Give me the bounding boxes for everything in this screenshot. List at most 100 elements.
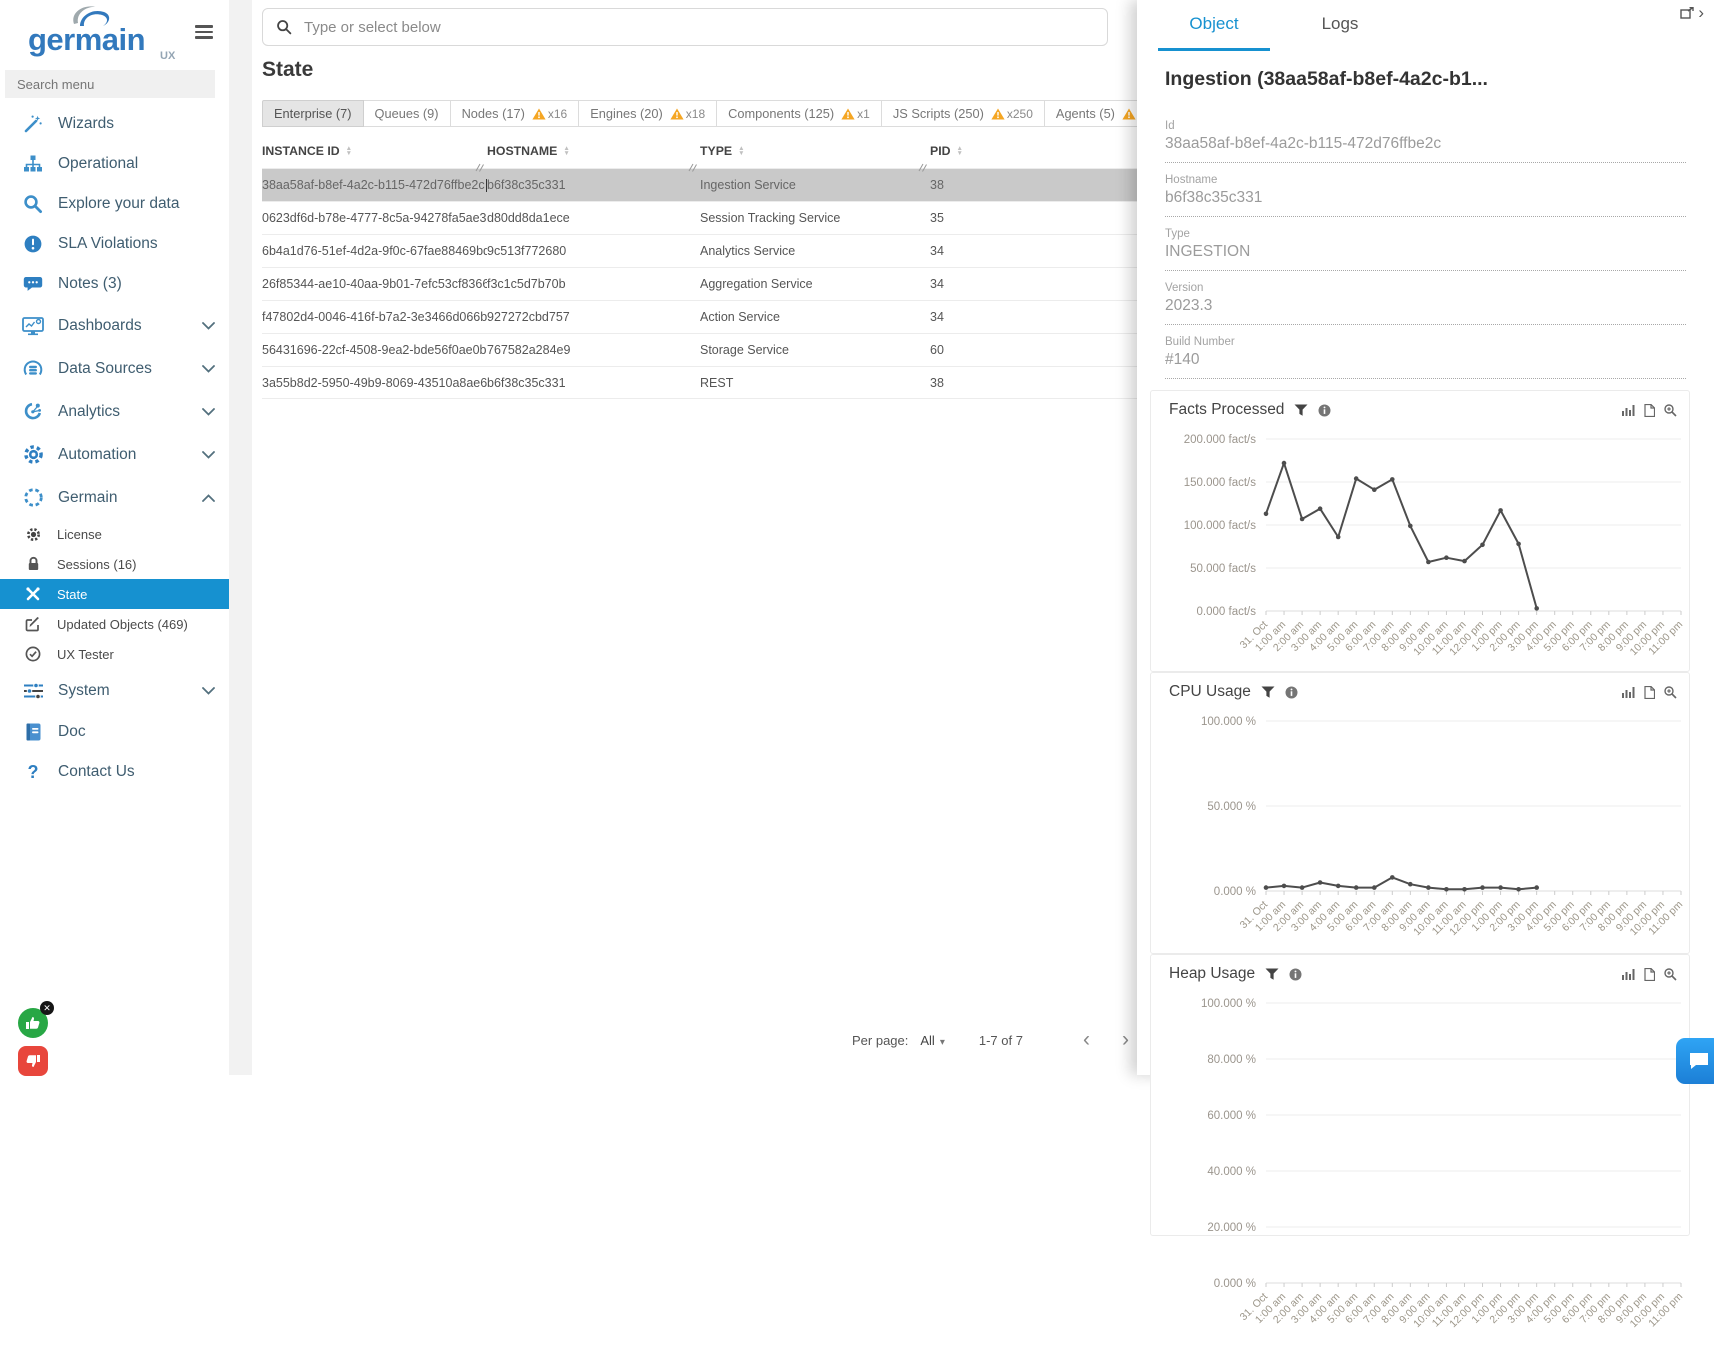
zoom-in-icon[interactable] — [1664, 404, 1677, 417]
sort-icon[interactable]: ▲▼ — [738, 146, 744, 156]
sidebar-item-explore-your-data[interactable]: Explore your data — [0, 184, 229, 224]
tab-nodes-17[interactable]: Nodes (17)x16 — [451, 100, 580, 127]
sidebar-item-sla-violations[interactable]: SLA Violations — [0, 224, 229, 264]
cell-type: Aggregation Service — [700, 277, 930, 291]
prev-page-button[interactable]: ‹ — [1083, 1030, 1090, 1050]
cell-type: Session Tracking Service — [700, 211, 930, 225]
export-icon[interactable] — [1644, 686, 1655, 699]
sidebar-item-dashboards[interactable]: Dashboards — [0, 304, 229, 347]
sidebar-item-system[interactable]: System — [0, 669, 229, 712]
sidebar-item-label: Notes (3) — [58, 275, 122, 293]
germain-logo[interactable]: germain UX — [14, 4, 214, 64]
tab-enterprise-7[interactable]: Enterprise (7) — [262, 100, 364, 127]
mini-chart-icon[interactable] — [1622, 405, 1635, 416]
main-search[interactable] — [262, 8, 1108, 46]
sidebar-item-wizards[interactable]: Wizards — [0, 104, 229, 144]
chat-button[interactable] — [1676, 1038, 1714, 1084]
cell-hostname: 927272cbd757 — [487, 310, 700, 324]
table-row[interactable]: 56431696-22cf-4508-9ea2-bde56f0ae0b77675… — [262, 333, 1272, 366]
sidebar-item-license[interactable]: License — [0, 519, 229, 549]
sidebar-item-ux-tester[interactable]: UX Tester — [0, 639, 229, 669]
sort-icon[interactable]: ▲▼ — [346, 146, 352, 156]
chevron-down-icon[interactable] — [202, 360, 215, 378]
field-value[interactable]: INGESTION — [1165, 240, 1686, 271]
per-page-select[interactable]: All▾ — [920, 1033, 944, 1048]
field-version: Version2023.3 — [1165, 282, 1686, 325]
search-icon — [276, 19, 292, 35]
table-row[interactable]: 6b4a1d76-51ef-4d2a-9f0c-67fae88469bd9c51… — [262, 234, 1272, 267]
sidebar-item-germain[interactable]: Germain — [0, 476, 229, 519]
menu-toggle-icon[interactable] — [195, 22, 213, 42]
column-header-instance-id[interactable]: INSTANCE ID▲▼ — [262, 134, 487, 168]
column-header-type[interactable]: TYPE▲▼ — [700, 134, 930, 168]
tab-components-125[interactable]: Components (125)x1 — [717, 100, 882, 127]
column-resize-handle[interactable] — [918, 163, 927, 172]
zoom-in-icon[interactable] — [1664, 968, 1677, 981]
table-row[interactable]: 0623df6d-b78e-4777-8c5a-94278fa5ae36d80d… — [262, 201, 1272, 234]
table-row[interactable]: 3a55b8d2-5950-49b9-8069-43510a8ae611b6f3… — [262, 366, 1272, 399]
chevron-down-icon[interactable] — [202, 317, 215, 335]
sidebar-item-updated-objects-469[interactable]: Updated Objects (469) — [0, 609, 229, 639]
y-tick-label: 60.000 % — [1207, 1110, 1256, 1122]
sidebar-item-sessions-16[interactable]: Sessions (16) — [0, 549, 229, 579]
tab-logs[interactable]: Logs — [1284, 14, 1396, 51]
sidebar-item-contact-us[interactable]: ?Contact Us — [0, 752, 229, 792]
sidebar-item-analytics[interactable]: Analytics — [0, 390, 229, 433]
field-id: Id38aa58af-b8ef-4a2c-b115-472d76ffbe2c — [1165, 120, 1686, 163]
filter-icon[interactable] — [1294, 404, 1308, 417]
info-icon[interactable] — [1318, 404, 1331, 417]
export-icon[interactable] — [1644, 968, 1655, 981]
data-point — [1462, 887, 1467, 892]
sidebar-item-automation[interactable]: Automation — [0, 433, 229, 476]
info-icon[interactable] — [1289, 968, 1302, 981]
sidebar-item-notes-3[interactable]: Notes (3) — [0, 264, 229, 304]
collapse-panel-icon[interactable]: › — [1698, 6, 1704, 20]
sidebar-item-label: State — [57, 587, 87, 602]
dismiss-feedback-button[interactable]: ✕ — [40, 1001, 54, 1015]
mini-chart-icon[interactable] — [1622, 969, 1635, 980]
cell-pid: 38 — [930, 178, 1020, 192]
tab-js-scripts-250[interactable]: JS Scripts (250)x250 — [882, 100, 1045, 127]
tab-queues-9[interactable]: Queues (9) — [364, 100, 451, 127]
sidebar-item-state[interactable]: State — [0, 579, 229, 609]
chevron-down-icon[interactable] — [202, 403, 215, 421]
zoom-in-icon[interactable] — [1664, 686, 1677, 699]
filter-icon[interactable] — [1261, 686, 1275, 699]
popout-window-icon[interactable] — [1680, 7, 1694, 19]
mini-chart-icon[interactable] — [1622, 687, 1635, 698]
chevron-up-icon[interactable] — [202, 489, 215, 507]
series-line — [1266, 463, 1537, 608]
sidebar-item-data-sources[interactable]: Data Sources — [0, 347, 229, 390]
main-search-input[interactable] — [302, 18, 1107, 37]
chevron-down-icon[interactable] — [202, 682, 215, 700]
data-point — [1336, 884, 1341, 889]
export-icon[interactable] — [1644, 404, 1655, 417]
field-value[interactable]: b6f38c35c331 — [1165, 186, 1686, 217]
chart-toolbar — [1622, 968, 1677, 981]
thumbs-down-button[interactable] — [18, 1046, 48, 1076]
tab-object[interactable]: Object — [1158, 14, 1270, 51]
cell-pid: 60 — [930, 343, 1020, 357]
column-resize-handle[interactable] — [688, 163, 697, 172]
column-header-pid[interactable]: PID▲▼ — [930, 134, 1020, 168]
chart-toolbar — [1622, 686, 1677, 699]
sort-icon[interactable]: ▲▼ — [563, 146, 569, 156]
field-value[interactable]: #140 — [1165, 348, 1686, 379]
data-point — [1516, 542, 1521, 547]
next-page-button[interactable]: › — [1122, 1030, 1129, 1050]
table-row[interactable]: 26f85344-ae10-40aa-9b01-7efc53cf8366f3c1… — [262, 267, 1272, 300]
column-header-hostname[interactable]: HOSTNAME▲▼ — [487, 134, 700, 168]
field-value[interactable]: 38aa58af-b8ef-4a2c-b115-472d76ffbe2c — [1165, 132, 1686, 163]
field-value[interactable]: 2023.3 — [1165, 294, 1686, 325]
table-row[interactable]: 38aa58af-b8ef-4a2c-b115-472d76ffbe2cb6f3… — [262, 168, 1272, 201]
sidebar-item-operational[interactable]: Operational — [0, 144, 229, 184]
tab-engines-20[interactable]: Engines (20)x18 — [579, 100, 717, 127]
chevron-down-icon[interactable] — [202, 446, 215, 464]
filter-icon[interactable] — [1265, 968, 1279, 981]
sort-icon[interactable]: ▲▼ — [957, 146, 963, 156]
sidebar-search-input[interactable] — [5, 70, 215, 98]
column-resize-handle[interactable] — [475, 163, 484, 172]
sidebar-item-doc[interactable]: Doc — [0, 712, 229, 752]
table-row[interactable]: f47802d4-0046-416f-b7a2-3e3466d066b09272… — [262, 300, 1272, 333]
info-icon[interactable] — [1285, 686, 1298, 699]
